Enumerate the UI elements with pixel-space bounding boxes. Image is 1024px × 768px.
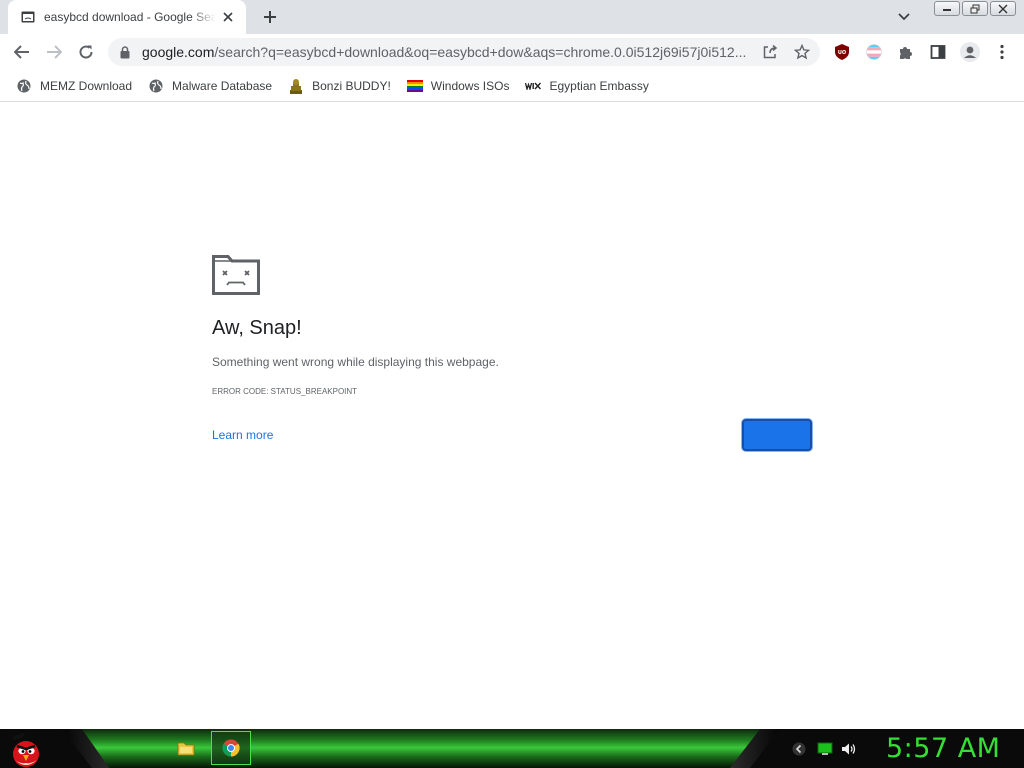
back-button[interactable] [8,38,36,66]
bookmarks-bar: MEMZ Download Malware Database Bonzi BUD… [0,70,1024,102]
menu-icon[interactable] [990,40,1014,64]
bookmark-malware-database[interactable]: Malware Database [140,74,280,98]
browser-toolbar: google.com/search?q=easybcd+download&oq=… [0,34,1024,70]
reload-button[interactable] [742,419,812,451]
globe-icon [16,78,32,94]
page-content: Aw, Snap! Something went wrong while dis… [0,103,1024,729]
bookmark-windows-isos[interactable]: Windows ISOs [399,74,518,98]
url-text[interactable]: google.com/search?q=easybcd+download&oq=… [142,44,754,60]
new-tab-button[interactable] [258,6,282,28]
chevron-down-icon[interactable] [894,7,914,27]
puzzle-icon[interactable] [894,40,918,64]
chrome-taskbar-icon[interactable] [211,731,251,765]
profile-avatar-icon[interactable] [958,40,982,64]
url-path: /search?q=easybcd+download&oq=easybcd+do… [214,44,747,60]
show-hidden-icons-icon[interactable] [791,741,807,757]
sad-tab-icon [212,255,260,295]
error-message: Something went wrong while displaying th… [212,355,499,369]
volume-icon[interactable] [841,741,857,757]
page-title: Aw, Snap! [212,317,302,339]
network-icon[interactable] [817,741,833,757]
learn-more-link[interactable]: Learn more [212,428,273,442]
share-icon[interactable] [760,42,780,62]
lock-icon[interactable] [118,44,132,60]
side-panel-icon[interactable] [926,40,950,64]
reload-icon[interactable] [72,38,100,66]
ublock-icon[interactable]: UO [830,40,854,64]
forward-button[interactable] [40,38,68,66]
close-window-button[interactable] [990,1,1016,16]
bookmark-bonzi-buddy[interactable]: Bonzi BUDDY! [280,74,399,98]
url-host: google.com [142,44,215,60]
tab-title: easybcd download - Google Search [44,10,216,24]
pride-extension-icon[interactable] [862,40,886,64]
bookmark-egyptian-embassy[interactable]: Egyptian Embassy [517,74,656,98]
taskbar-clock[interactable]: 5:57 AM [886,733,1000,764]
globe-icon [148,78,164,94]
rainbow-flag-icon [406,78,423,94]
crashed-tab-icon [20,9,36,25]
taskbar: 5:57 AM [0,729,1024,768]
bookmark-label: Bonzi BUDDY! [312,78,391,93]
tab-google-search[interactable]: easybcd download - Google Search [8,0,246,34]
bookmark-label: Windows ISOs [430,78,510,93]
bookmark-label: MEMZ Download [40,78,133,93]
file-explorer-icon[interactable] [166,731,206,765]
star-icon[interactable] [792,42,812,62]
restore-button[interactable] [962,1,988,16]
address-bar[interactable]: google.com/search?q=easybcd+download&oq=… [108,38,820,66]
tab-strip: easybcd download - Google Search [0,0,1024,34]
bookmark-label: Malware Database [172,78,273,93]
close-icon[interactable] [220,9,236,25]
bookmark-label: Egyptian Embassy [549,78,649,93]
svg-text:UO: UO [838,50,846,56]
window-controls [934,1,1016,16]
minimize-button[interactable] [934,1,960,16]
error-code: Error code: STATUS_BREAKPOINT [212,387,358,396]
bookmark-memz-download[interactable]: MEMZ Download [8,74,140,98]
wix-icon [525,78,542,94]
start-button[interactable] [6,730,46,768]
bonzi-icon [288,78,304,94]
